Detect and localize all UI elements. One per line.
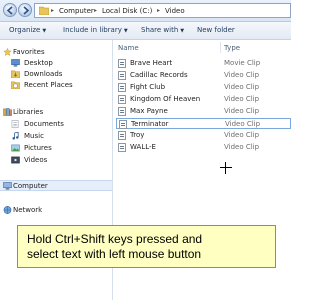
back-button[interactable] xyxy=(3,3,17,17)
file-row[interactable]: Troy Video Clip xyxy=(116,130,291,141)
nav-desktop-label: Desktop xyxy=(24,59,53,67)
file-type: Video Clip xyxy=(224,107,260,115)
chevron-down-icon: ▼ xyxy=(42,28,47,34)
file-type: Video Clip xyxy=(224,95,260,103)
file-name: Terminator xyxy=(131,120,169,128)
music-icon xyxy=(12,132,19,140)
include-in-library-button[interactable]: Include in library ▼ xyxy=(63,26,128,34)
video-file-icon xyxy=(118,71,126,80)
pictures-icon xyxy=(11,144,20,152)
column-divider[interactable] xyxy=(220,42,221,53)
file-name: Brave Heart xyxy=(130,59,173,67)
video-file-icon xyxy=(118,143,126,152)
forward-button[interactable] xyxy=(18,3,32,17)
file-type: Video Clip xyxy=(224,143,260,151)
nav-pictures-label: Pictures xyxy=(24,144,52,152)
desktop-icon xyxy=(11,59,20,67)
nav-libraries[interactable]: Libraries xyxy=(0,107,112,118)
nav-documents-label: Documents xyxy=(24,120,64,128)
nav-documents[interactable]: Documents xyxy=(0,119,112,130)
include-in-library-label: Include in library xyxy=(63,26,122,34)
file-row[interactable]: Brave Heart Movie Clip xyxy=(116,58,291,69)
videos-icon xyxy=(11,156,20,164)
file-row[interactable]: Fight Club Video Clip xyxy=(116,82,291,93)
command-toolbar: Organize ▼ Include in library ▼ Share with… xyxy=(0,22,291,40)
nav-recent-places[interactable]: Recent Places xyxy=(0,80,112,91)
nav-libraries-label: Libraries xyxy=(13,108,44,116)
nav-computer-label: Computer xyxy=(13,182,48,190)
back-arrow-icon xyxy=(6,6,13,15)
nav-videos-label: Videos xyxy=(24,156,48,164)
chevron-down-icon: ▼ xyxy=(123,28,128,34)
video-file-icon xyxy=(118,83,126,92)
organize-button[interactable]: Organize ▼ xyxy=(9,26,46,34)
nav-favorites-label: Favorites xyxy=(13,48,45,56)
nav-network-label: Network xyxy=(13,206,43,214)
nav-desktop[interactable]: Desktop xyxy=(0,58,112,69)
file-name: WALL-E xyxy=(130,143,156,151)
libraries-icon xyxy=(3,108,12,116)
address-bar-row: ▸ Computer ▸ Local Disk (C:) ▸ Video xyxy=(0,0,291,22)
column-header-name[interactable]: Name xyxy=(118,44,139,52)
file-row-focused[interactable]: Terminator Video Clip xyxy=(116,118,291,129)
column-header-type[interactable]: Type xyxy=(224,44,240,52)
organize-label: Organize xyxy=(9,26,41,34)
nav-music-label: Music xyxy=(24,132,44,140)
video-file-icon xyxy=(119,120,127,129)
nav-music[interactable]: Music xyxy=(0,131,112,142)
file-row[interactable]: WALL-E Video Clip xyxy=(116,142,291,153)
forward-arrow-icon xyxy=(23,6,30,15)
nav-favorites[interactable]: Favorites xyxy=(0,47,112,58)
file-type: Movie Clip xyxy=(224,59,261,67)
file-name: Cadillac Records xyxy=(130,71,188,79)
nav-network[interactable]: Network xyxy=(0,205,112,216)
file-type: Video Clip xyxy=(224,131,260,139)
video-file-icon xyxy=(118,95,126,104)
video-file-icon xyxy=(118,107,126,116)
nav-videos[interactable]: Videos xyxy=(0,155,112,166)
nav-pictures[interactable]: Pictures xyxy=(0,143,112,154)
documents-icon xyxy=(11,120,19,128)
file-type: Video Clip xyxy=(224,83,260,91)
chevron-down-icon: ▼ xyxy=(180,28,185,34)
file-row[interactable]: Max Payne Video Clip xyxy=(116,106,291,117)
crosshair-cursor-icon xyxy=(220,162,232,174)
share-with-label: Share with xyxy=(141,26,179,34)
instruction-tooltip: Hold Ctrl+Shift keys pressed and select … xyxy=(17,225,276,268)
file-name: Troy xyxy=(130,131,145,139)
breadcrumb-local-disk[interactable]: Local Disk (C:) xyxy=(102,7,152,15)
video-file-icon xyxy=(118,59,126,68)
breadcrumb-separator: ▸ xyxy=(51,7,55,14)
video-file-icon xyxy=(118,131,126,140)
file-row[interactable]: Kingdom Of Heaven Video Clip xyxy=(116,94,291,105)
folder-icon xyxy=(39,6,49,15)
breadcrumb-video[interactable]: Video xyxy=(165,7,185,15)
file-name: Kingdom Of Heaven xyxy=(130,95,201,103)
star-icon xyxy=(3,48,12,56)
downloads-folder-icon xyxy=(11,70,20,78)
file-type: Video Clip xyxy=(225,120,261,128)
instruction-line-1: Hold Ctrl+Shift keys pressed and xyxy=(27,232,203,246)
file-name: Max Payne xyxy=(130,107,168,115)
nav-downloads[interactable]: Downloads xyxy=(0,69,112,80)
network-icon xyxy=(3,206,12,214)
recent-places-icon xyxy=(11,81,20,89)
computer-icon xyxy=(3,182,12,190)
instruction-line-2: select text with left mouse button xyxy=(27,247,202,261)
breadcrumb-separator: ▸ xyxy=(94,7,98,14)
nav-recent-places-label: Recent Places xyxy=(24,81,73,89)
nav-downloads-label: Downloads xyxy=(24,70,63,78)
breadcrumb-computer[interactable]: Computer xyxy=(59,7,94,15)
file-row[interactable]: Cadillac Records Video Clip xyxy=(116,70,291,81)
address-box[interactable]: ▸ Computer ▸ Local Disk (C:) ▸ Video xyxy=(34,3,291,18)
breadcrumb-separator: ▸ xyxy=(157,7,161,14)
new-folder-button[interactable]: New folder xyxy=(197,26,235,34)
file-type: Video Clip xyxy=(224,71,260,79)
share-with-button[interactable]: Share with ▼ xyxy=(141,26,184,34)
file-name: Fight Club xyxy=(130,83,166,91)
nav-computer[interactable]: Computer xyxy=(0,180,112,191)
